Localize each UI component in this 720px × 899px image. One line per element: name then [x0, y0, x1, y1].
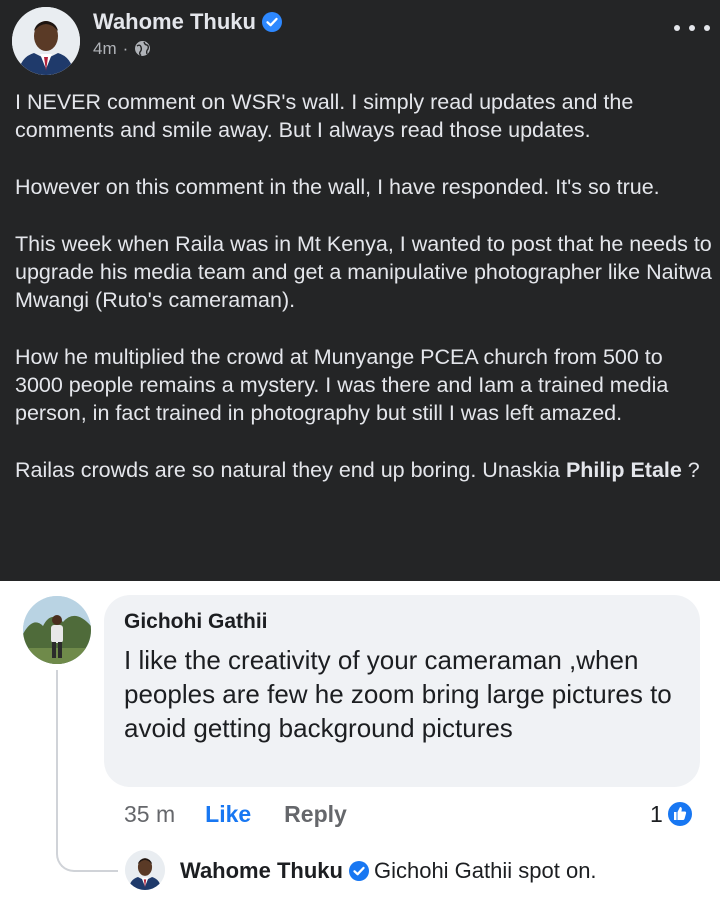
globe-icon[interactable]: [134, 40, 151, 57]
post-last-suffix: ?: [681, 458, 700, 482]
reply-author-avatar[interactable]: [125, 850, 165, 890]
more-options-icon[interactable]: [674, 18, 710, 38]
comment-bubble: Gichohi Gathii I like the creativity of …: [104, 595, 700, 787]
post-card: Wahome Thuku 4m · I NEVER comment on WSR'…: [0, 0, 720, 581]
post-paragraph: I NEVER comment on WSR's wall. I simply …: [15, 90, 634, 142]
reply-thread-line: [56, 670, 118, 872]
author-photo: [12, 7, 80, 75]
meta-separator: ·: [122, 39, 129, 58]
reply-text: Gichohi Gathii spot on.: [373, 858, 597, 883]
verified-badge-icon: [261, 11, 283, 33]
post-body: I NEVER comment on WSR's wall. I simply …: [15, 88, 715, 484]
verified-badge-icon: [348, 860, 370, 882]
post-paragraph: How he multiplied the crowd at Munyange …: [15, 345, 669, 425]
commenter-avatar[interactable]: [23, 596, 91, 664]
reply-button[interactable]: Reply: [284, 801, 347, 827]
comment-timestamp[interactable]: 35 m: [124, 801, 175, 827]
author-avatar[interactable]: [12, 7, 80, 75]
post-paragraph: This week when Raila was in Mt Kenya, I …: [15, 232, 712, 312]
comment-actions: 35 m Like Reply: [124, 797, 347, 831]
reply-comment: Wahome Thuku Gichohi Gathii spot on.: [180, 856, 597, 886]
comment-author-name[interactable]: Gichohi Gathii: [124, 609, 268, 635]
commenter-photo: [23, 596, 91, 664]
reaction-summary[interactable]: 1: [650, 797, 694, 831]
reply-author-name[interactable]: Wahome Thuku: [180, 858, 343, 883]
reaction-count: 1: [650, 801, 663, 827]
post-last-text: Railas crowds are so natural they end up…: [15, 458, 566, 482]
mention-link[interactable]: Philip Etale: [566, 458, 682, 482]
post-paragraph: However on this comment in the wall, I h…: [15, 175, 660, 199]
comment-text: I like the creativity of your cameraman …: [124, 645, 672, 743]
reply-author-photo: [125, 850, 165, 890]
post-header: Wahome Thuku 4m ·: [0, 0, 720, 80]
like-button[interactable]: Like: [205, 801, 251, 827]
post-timestamp[interactable]: 4m: [93, 39, 117, 58]
post-author-label[interactable]: Wahome Thuku: [93, 9, 256, 34]
post-paragraph-last: Railas crowds are so natural they end up…: [15, 456, 715, 484]
post-meta: 4m ·: [93, 38, 151, 60]
like-reaction-icon: [665, 800, 694, 828]
post-author-name[interactable]: Wahome Thuku: [93, 9, 283, 35]
